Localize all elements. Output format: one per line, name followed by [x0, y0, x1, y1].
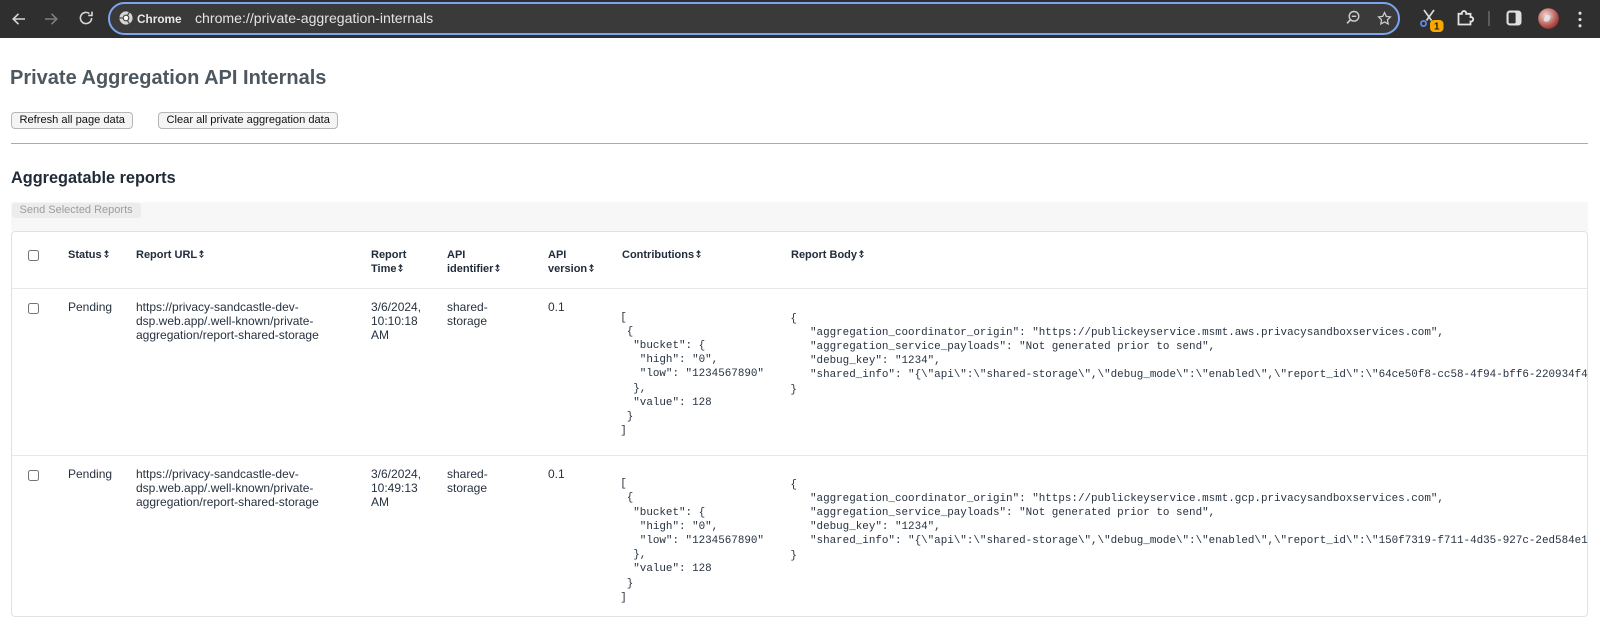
svg-text:1: 1	[1434, 22, 1440, 33]
